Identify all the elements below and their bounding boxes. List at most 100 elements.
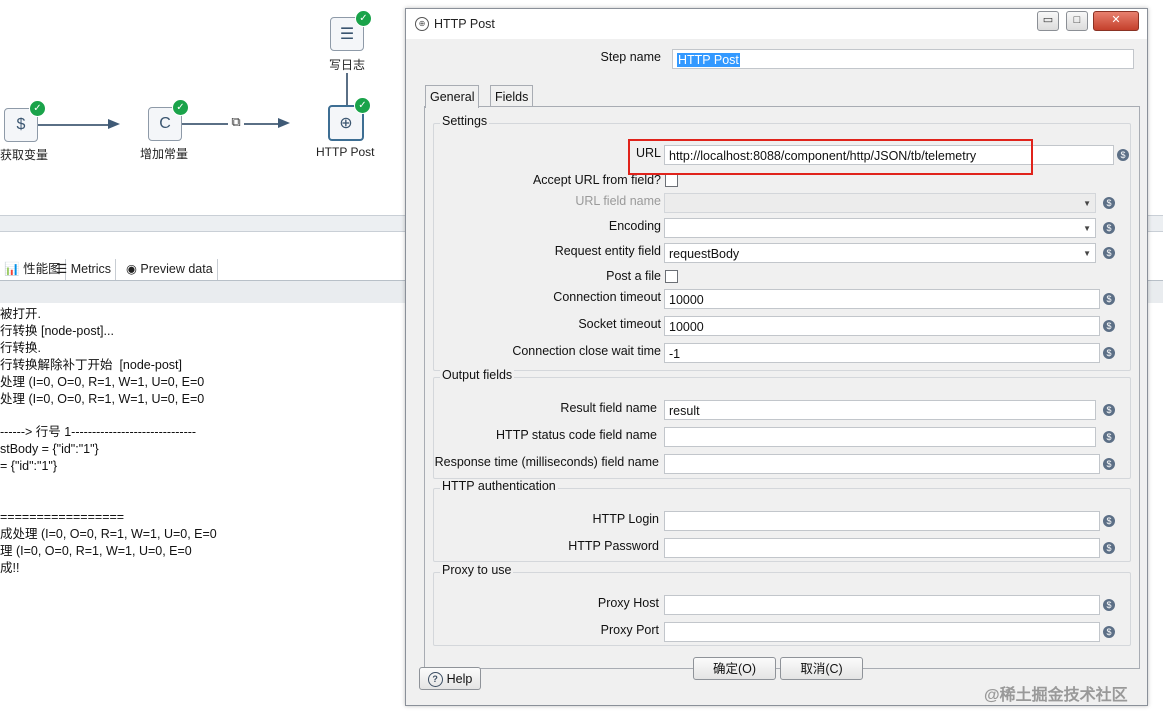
http-login-label: HTTP Login: [592, 512, 659, 526]
log-line: 行转换.: [0, 340, 41, 355]
post-file-label: Post a file: [606, 269, 661, 283]
variable-icon[interactable]: $: [1103, 542, 1115, 554]
ok-button[interactable]: 确定(O): [693, 657, 776, 680]
variable-icon[interactable]: $: [1103, 515, 1115, 527]
write-log-icon: ☰: [339, 26, 355, 43]
node-label-write-log: 写日志: [329, 56, 366, 73]
dialog-titlebar[interactable]: ⊕ HTTP Post ▭ □ ✕: [406, 9, 1147, 39]
log-line: 行转换解除补丁开始 [node-post]: [0, 357, 182, 372]
copy-rows-icon: ⧉: [228, 114, 244, 130]
chart-icon: 📊: [4, 262, 20, 276]
variable-icon[interactable]: $: [1103, 431, 1115, 443]
success-check-icon: ✓: [355, 10, 372, 27]
dialog-body: Step name HTTP Post General Fields Setti…: [411, 39, 1142, 699]
output-fields-title: Output fields: [440, 368, 515, 382]
log-line: 成!!: [0, 560, 20, 575]
settings-title: Settings: [440, 114, 490, 128]
chevron-down-icon: ▼: [1083, 199, 1091, 208]
variable-icon[interactable]: $: [1103, 293, 1115, 305]
encoding-select[interactable]: ▼: [664, 218, 1096, 238]
status-code-label: HTTP status code field name: [496, 428, 657, 442]
general-tab-panel: Settings URL http://localhost:8088/compo…: [424, 106, 1140, 669]
socket-timeout-label: Socket timeout: [578, 317, 661, 331]
metrics-icon: ☰: [56, 262, 68, 276]
result-field-label: Result field name: [560, 401, 657, 415]
success-check-icon: ✓: [29, 100, 46, 117]
log-line: 理 (I=0, O=0, R=1, W=1, U=0, E=0: [0, 543, 192, 558]
variable-icon[interactable]: $: [1103, 458, 1115, 470]
tab-preview-data[interactable]: ◉ Preview data: [122, 259, 218, 280]
variable-icon[interactable]: $: [1103, 320, 1115, 332]
watermark: @稀土掘金技术社区: [984, 687, 1128, 704]
status-code-input[interactable]: [664, 427, 1096, 447]
log-line: 被打开.: [0, 307, 41, 321]
log-line: 行转换 [node-post]...: [0, 323, 114, 338]
tab-fields[interactable]: Fields: [490, 85, 534, 108]
cancel-button[interactable]: 取消(C): [780, 657, 863, 680]
proxy-host-label: Proxy Host: [597, 596, 659, 610]
node-label-add-constants: 增加常量: [140, 147, 189, 161]
request-entity-select[interactable]: requestBody ▼: [664, 243, 1096, 263]
variable-icon[interactable]: $: [1103, 347, 1115, 359]
tab-general[interactable]: General: [425, 85, 480, 108]
post-file-checkbox[interactable]: [665, 270, 678, 283]
globe-icon: ⊕: [415, 17, 429, 31]
variable-icon[interactable]: $: [1103, 626, 1115, 638]
socket-timeout-input[interactable]: 10000: [664, 316, 1100, 336]
help-icon: ?: [427, 672, 443, 688]
maximize-button[interactable]: □: [1066, 11, 1088, 31]
variable-icon[interactable]: $: [1103, 247, 1115, 259]
close-wait-label: Connection close wait time: [512, 344, 661, 358]
step-name-label: Step name: [600, 50, 661, 64]
log-line: ------> 行号 1----------------------------…: [0, 425, 197, 440]
minimize-button[interactable]: ▭: [1037, 11, 1059, 31]
tab-metrics[interactable]: ☰ Metrics: [52, 259, 116, 280]
url-field-name-label: URL field name: [575, 194, 661, 208]
request-entity-label: Request entity field: [554, 244, 661, 258]
http-globe-icon: ⊕: [339, 115, 353, 132]
connection-timeout-input[interactable]: 10000: [664, 289, 1100, 309]
node-label-get-variables: 获取变量: [0, 148, 49, 162]
step-name-input[interactable]: HTTP Post: [672, 49, 1134, 69]
variable-icon[interactable]: $: [1117, 149, 1129, 161]
variable-icon[interactable]: $: [1103, 599, 1115, 611]
dialog-title: HTTP Post: [434, 17, 495, 31]
response-time-input[interactable]: [664, 454, 1100, 474]
log-line: = {"id":"1"}: [0, 459, 58, 474]
encoding-label: Encoding: [608, 219, 661, 233]
connection-timeout-label: Connection timeout: [553, 290, 661, 304]
log-line: 处理 (I=0, O=0, R=1, W=1, U=0, E=0: [0, 391, 205, 406]
variable-icon[interactable]: $: [1103, 197, 1115, 209]
log-line: stBody = {"id":"1"}: [0, 442, 99, 457]
proxy-port-label: Proxy Port: [600, 623, 659, 637]
help-button[interactable]: ? Help: [419, 667, 481, 690]
hop-arrow-icon: [278, 118, 290, 128]
http-password-input[interactable]: [664, 538, 1100, 558]
log-line: =================: [0, 509, 125, 524]
chevron-down-icon: ▼: [1083, 249, 1091, 258]
url-highlight-box: [628, 139, 1033, 175]
http-password-label: HTTP Password: [568, 539, 659, 553]
variable-icon[interactable]: $: [1103, 222, 1115, 234]
http-auth-title: HTTP authentication: [440, 479, 558, 493]
response-time-label: Response time (milliseconds) field name: [434, 455, 659, 469]
hop-arrow-icon: [108, 119, 120, 129]
result-field-input[interactable]: result: [664, 400, 1096, 420]
accept-url-checkbox[interactable]: [665, 174, 678, 187]
http-post-dialog: ⊕ HTTP Post ▭ □ ✕ Step name HTTP Post Ge…: [405, 8, 1148, 706]
url-label: URL: [635, 146, 661, 160]
close-wait-input[interactable]: -1: [664, 343, 1100, 363]
chevron-down-icon: ▼: [1083, 224, 1091, 233]
http-login-input[interactable]: [664, 511, 1100, 531]
variable-icon[interactable]: $: [1103, 404, 1115, 416]
proxy-port-input[interactable]: [664, 622, 1100, 642]
proxy-title: Proxy to use: [440, 563, 514, 577]
close-button[interactable]: ✕: [1093, 11, 1139, 31]
execution-log: 被打开. 行转换 [node-post]... 行转换. 行转换解除补丁开始 [nod…: [0, 306, 217, 577]
accept-url-label: Accept URL from field?: [532, 173, 661, 187]
success-check-icon: ✓: [354, 97, 371, 114]
proxy-host-input[interactable]: [664, 595, 1100, 615]
